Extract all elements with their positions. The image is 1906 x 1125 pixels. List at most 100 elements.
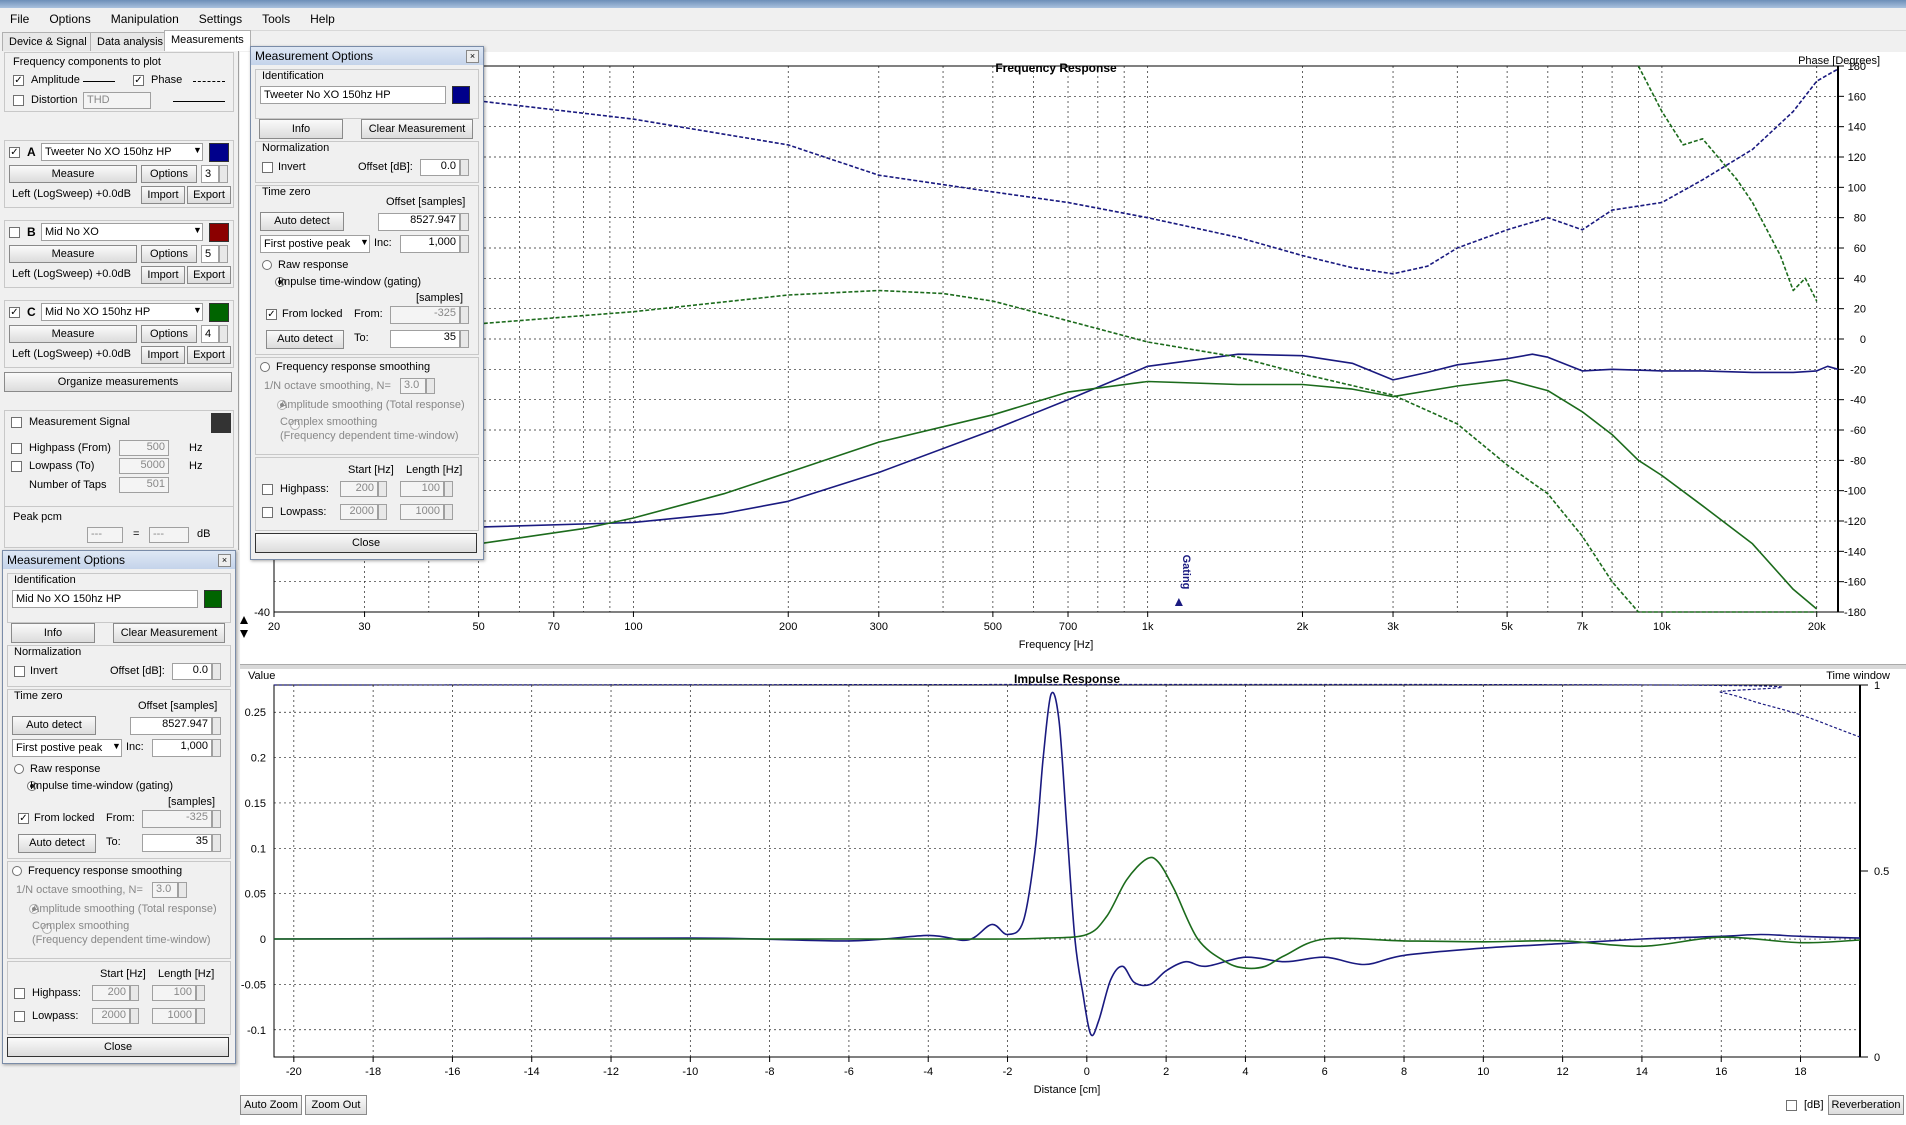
octave-input[interactable]: 3.0 [400,378,426,394]
auto-detect-button[interactable]: Auto detect [12,716,96,735]
count-spinner[interactable] [219,245,228,263]
inc-spinner[interactable] [460,235,469,253]
lowpass-length-input[interactable]: 1000 [152,1008,196,1024]
signal-color-swatch[interactable] [211,413,231,433]
offset-samples-input[interactable]: 8527.947 [378,213,460,231]
export-button[interactable]: Export [187,266,231,284]
measurement-signal-checkbox[interactable] [11,417,22,428]
count-spinner[interactable] [219,325,228,343]
dialog-color-swatch[interactable] [452,86,470,104]
lowpass-checkbox[interactable] [14,1011,25,1022]
lowpass-signal-checkbox[interactable] [11,461,22,472]
measurement-color-swatch[interactable] [209,303,229,322]
measurement-name-input[interactable]: Tweeter No XO 150hz HP [260,86,446,104]
tab-measurements[interactable]: Measurements [164,30,251,51]
measurement-color-swatch[interactable] [209,143,229,162]
close-icon[interactable]: × [466,50,479,63]
inc-input[interactable]: 1,000 [400,235,460,253]
lowpass-start-input[interactable]: 2000 [92,1008,130,1024]
menu-file[interactable]: File [0,8,39,30]
menu-settings[interactable]: Settings [189,8,252,30]
phase-checkbox[interactable]: ✓ [133,75,144,86]
dialog-title-bar[interactable]: Measurement Options × [251,47,483,65]
octave-spinner[interactable] [426,378,435,394]
tab-device-signal[interactable]: Device & Signal [2,32,94,51]
lowpass-length-spinner[interactable] [444,504,453,520]
to-spinner[interactable] [460,330,469,348]
invert-checkbox[interactable] [14,666,25,677]
highpass-start-spinner[interactable] [130,985,139,1001]
from-input[interactable]: -325 [142,810,212,828]
auto-detect-window-button[interactable]: Auto detect [266,330,344,349]
lowpass-start-spinner[interactable] [130,1008,139,1024]
highpass-signal-input[interactable]: 500 [119,440,169,456]
offset-samples-spinner[interactable] [212,717,221,735]
tab-data-analysis[interactable]: Data analysis [90,32,171,51]
to-input[interactable]: 35 [390,330,460,348]
lowpass-length-input[interactable]: 1000 [400,504,444,520]
measurement-name-select[interactable]: Mid No XO 150hz HP [41,303,203,321]
measurement-name-select[interactable]: Tweeter No XO 150hz HP [41,143,203,161]
from-spinner[interactable] [460,306,469,324]
measure-button[interactable]: Measure [9,165,137,183]
octave-spinner[interactable] [178,882,187,898]
frequency-response-chart[interactable]: Frequency Response Phase [Degrees]180 160 1… [240,52,1906,664]
offset-samples-input[interactable]: 8527.947 [130,717,212,735]
offset-db-input[interactable]: 0.0 [172,663,212,680]
reverberation-button[interactable]: Reverberation [1828,1095,1904,1115]
raw-response-radio[interactable] [262,260,272,270]
from-input[interactable]: -325 [390,306,460,324]
peak-mode-select[interactable]: First postive peak [12,739,122,757]
import-button[interactable]: Import [141,266,185,284]
measurement-count-input[interactable]: 3 [201,165,219,183]
offset-samples-spinner[interactable] [460,213,469,231]
lowpass-signal-input[interactable]: 5000 [119,458,169,474]
highpass-length-spinner[interactable] [196,985,205,1001]
close-icon[interactable]: × [218,554,231,567]
count-spinner[interactable] [219,165,228,183]
measurement-count-input[interactable]: 5 [201,245,219,263]
dialog-title-bar[interactable]: Measurement Options × [3,551,235,569]
auto-zoom-button[interactable]: Auto Zoom [240,1095,302,1115]
highpass-signal-checkbox[interactable] [11,443,22,454]
menu-tools[interactable]: Tools [252,8,300,30]
highpass-length-input[interactable]: 100 [400,481,444,497]
export-button[interactable]: Export [187,346,231,364]
from-spinner[interactable] [212,810,221,828]
close-button[interactable]: Close [255,533,477,553]
highpass-checkbox[interactable] [262,484,273,495]
measurement-count-input[interactable]: 4 [201,325,219,343]
options-button[interactable]: Options [141,325,197,343]
dialog-color-swatch[interactable] [204,590,222,608]
lowpass-checkbox[interactable] [262,507,273,518]
highpass-length-spinner[interactable] [444,481,453,497]
highpass-start-input[interactable]: 200 [340,481,378,497]
import-button[interactable]: Import [141,186,185,204]
export-button[interactable]: Export [187,186,231,204]
measure-button[interactable]: Measure [9,325,137,343]
octave-input[interactable]: 3.0 [152,882,178,898]
amplitude-checkbox[interactable]: ✓ [13,75,24,86]
menu-manipulation[interactable]: Manipulation [101,8,189,30]
distortion-checkbox[interactable] [13,95,24,106]
offset-db-spinner[interactable] [460,159,469,176]
clear-measurement-button[interactable]: Clear Measurement [113,623,225,643]
measurement-enable-checkbox[interactable]: ✓ [9,307,20,318]
measurement-name-input[interactable]: Mid No XO 150hz HP [12,590,198,608]
inc-input[interactable]: 1,000 [152,739,212,757]
from-locked-checkbox[interactable]: ✓ [266,309,277,320]
auto-detect-window-button[interactable]: Auto detect [18,834,96,853]
options-button[interactable]: Options [141,165,197,183]
peak-mode-select[interactable]: First postive peak [260,235,370,253]
raw-response-radio[interactable] [14,764,24,774]
offset-db-spinner[interactable] [212,663,221,680]
close-button[interactable]: Close [7,1037,229,1057]
smoothing-radio[interactable] [12,866,22,876]
info-button[interactable]: Info [259,119,343,139]
auto-detect-button[interactable]: Auto detect [260,212,344,231]
measure-button[interactable]: Measure [9,245,137,263]
lowpass-start-input[interactable]: 2000 [340,504,378,520]
from-locked-checkbox[interactable]: ✓ [18,813,29,824]
highpass-length-input[interactable]: 100 [152,985,196,1001]
inc-spinner[interactable] [212,739,221,757]
